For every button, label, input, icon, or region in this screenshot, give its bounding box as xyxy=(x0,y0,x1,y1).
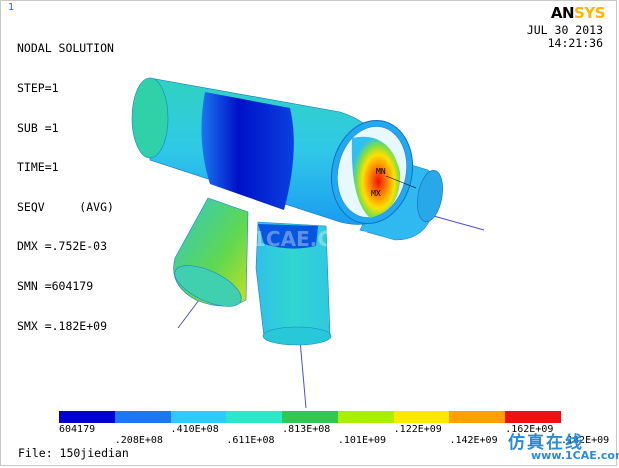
legend-tick-label: .410E+08 xyxy=(170,424,219,435)
legend-tick-label: .813E+08 xyxy=(282,424,331,435)
legend-tick-label: .208E+08 xyxy=(114,435,163,446)
legend-tick-label: .101E+09 xyxy=(337,435,387,446)
legend-tick-label: .122E+09 xyxy=(393,424,442,435)
file-label: File: 150jiedian xyxy=(18,446,129,460)
legend-labels: 604179.410E+08.813E+08.122E+09.162E+09.2… xyxy=(0,0,619,468)
legend-tick-label: .611E+08 xyxy=(226,435,275,446)
legend-tick-label: 604179 xyxy=(59,424,96,435)
watermark-url: www.1CAE.com xyxy=(531,449,619,462)
legend-tick-label: .142E+09 xyxy=(449,435,498,446)
